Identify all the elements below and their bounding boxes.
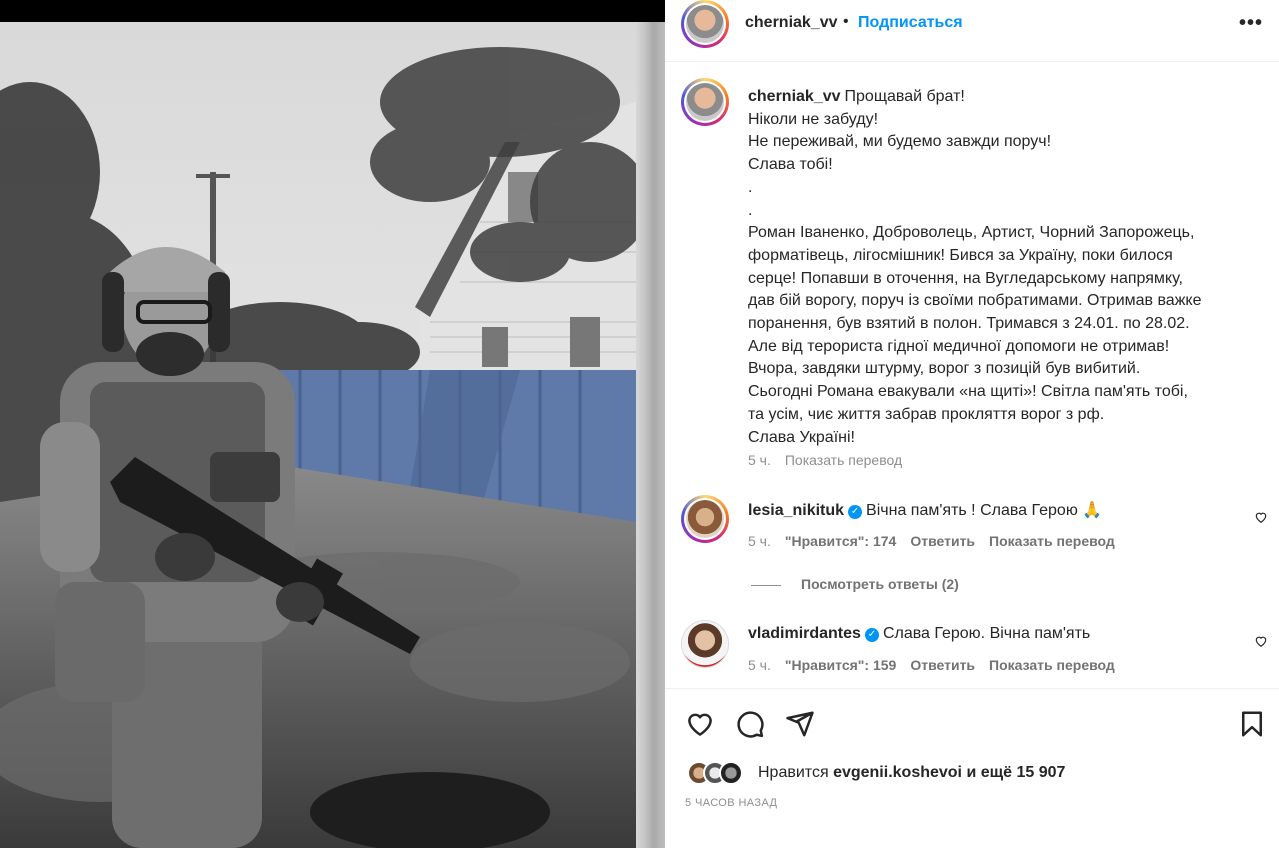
translate-button[interactable]: Показать перевод bbox=[989, 657, 1115, 673]
caption-line: дав бій ворогу, поруч із своїми побратим… bbox=[748, 292, 1202, 310]
comment-text: Вічна пам'ять ! Слава Герою 🙏 bbox=[866, 502, 1103, 519]
separator-dot: • bbox=[843, 13, 849, 30]
caption-username[interactable]: cherniak_vv bbox=[748, 88, 841, 105]
comment-time: 5 ч. bbox=[748, 657, 771, 673]
comment-time: 5 ч. bbox=[748, 533, 771, 549]
translate-button[interactable]: Показать перевод bbox=[989, 533, 1115, 549]
comment-icon[interactable] bbox=[735, 709, 765, 739]
post-caption: cherniak_vv Прощавай брат! Ніколи не забу… bbox=[748, 86, 1253, 449]
reply-button[interactable]: Ответить bbox=[910, 657, 975, 673]
caption-line: Роман Іваненко, Доброволець, Артист, Чор… bbox=[748, 224, 1195, 242]
caption-translate-link[interactable]: Показать перевод bbox=[785, 452, 902, 468]
likes-count[interactable]: и ещё 15 907 bbox=[966, 764, 1065, 781]
comment-likes[interactable]: "Нравится": 159 bbox=[785, 657, 896, 673]
verified-badge-icon: ✓ bbox=[848, 505, 863, 519]
liker-username[interactable]: evgenii.koshevoi bbox=[833, 764, 962, 781]
caption-line: Але від терориста гідної медичної допомо… bbox=[748, 337, 1170, 355]
comment-like-heart-icon[interactable] bbox=[1254, 510, 1268, 524]
likes-prefix: Нравится bbox=[758, 764, 829, 781]
follow-button[interactable]: Подписаться bbox=[858, 14, 963, 32]
caption-line: Сьогодні Романа евакували «на щиті»! Сві… bbox=[748, 383, 1188, 401]
caption-meta: 5 ч. Показать перевод bbox=[748, 452, 916, 468]
caption-line: Прощавай брат! bbox=[844, 88, 965, 105]
media-edge bbox=[636, 22, 665, 848]
photo-illustration bbox=[0, 22, 636, 848]
caption-line: та усім, чиє життя забрав прокляття воро… bbox=[748, 405, 1105, 423]
comment-username[interactable]: vladimirdantes bbox=[748, 625, 861, 642]
caption-author-avatar[interactable] bbox=[681, 78, 729, 126]
caption-line: Слава тобі! bbox=[748, 156, 833, 174]
comment: lesia_nikituk ✓ Вічна пам'ять ! Слава Геро… bbox=[748, 500, 1102, 520]
post-actions: Нравится evgenii.koshevoi и ещё 15 907 5… bbox=[665, 688, 1279, 848]
comment: vladimirdantes ✓ Слава Герою. Вічна пам'ят… bbox=[748, 625, 1090, 643]
liked-by-avatars[interactable] bbox=[687, 761, 751, 785]
caption-line: Ніколи не забуду! bbox=[748, 110, 879, 128]
caption-line: серце! Попавши в оточення, на Вугледарсь… bbox=[748, 269, 1183, 287]
commenter-avatar[interactable] bbox=[681, 620, 729, 668]
likes-summary: Нравится evgenii.koshevoi и ещё 15 907 bbox=[758, 764, 1065, 782]
commenter-avatar[interactable] bbox=[681, 495, 729, 543]
caption-line: . bbox=[748, 201, 753, 219]
caption-line: поранення, був взятий в полон. Тримався … bbox=[748, 315, 1190, 333]
caption-line: Вчора, завдяки штурму, ворог з позицій б… bbox=[748, 360, 1141, 378]
caption-line: . bbox=[748, 178, 753, 196]
heart-icon[interactable] bbox=[685, 709, 715, 739]
bookmark-icon[interactable] bbox=[1237, 709, 1267, 739]
view-replies-button[interactable]: Посмотреть ответы (2) bbox=[751, 576, 959, 592]
comment-username[interactable]: lesia_nikituk bbox=[748, 502, 844, 519]
caption-line: форматівець, лігосмішник! Бився за Украї… bbox=[748, 246, 1173, 264]
post-timestamp[interactable]: 5 ЧАСОВ НАЗАД bbox=[685, 797, 777, 809]
reply-button[interactable]: Ответить bbox=[910, 533, 975, 549]
comment-meta: 5 ч. "Нравится": 159 Ответить Показать пере… bbox=[748, 657, 1129, 673]
caption-line: Слава Україні! bbox=[748, 428, 855, 446]
author-username[interactable]: cherniak_vv bbox=[745, 14, 838, 32]
caption-time: 5 ч. bbox=[748, 452, 771, 468]
post-panel: cherniak_vv • Подписаться ••• cherniak_v… bbox=[665, 0, 1279, 848]
post-header: cherniak_vv • Подписаться ••• bbox=[665, 0, 1279, 62]
liker-avatar bbox=[719, 761, 743, 785]
more-options-icon[interactable]: ••• bbox=[1239, 12, 1263, 35]
verified-badge-icon: ✓ bbox=[864, 628, 879, 642]
author-avatar[interactable] bbox=[681, 0, 729, 48]
caption-line: Не переживай, ми будемо завжди поруч! bbox=[748, 133, 1052, 151]
comment-meta: 5 ч. "Нравится": 174 Ответить Показать пере… bbox=[748, 533, 1129, 549]
share-icon[interactable] bbox=[785, 709, 815, 739]
post-photo[interactable] bbox=[0, 22, 636, 848]
comment-likes[interactable]: "Нравится": 174 bbox=[785, 533, 896, 549]
post-media bbox=[0, 0, 665, 848]
comment-text: Слава Герою. Вічна пам'ять bbox=[882, 625, 1091, 642]
comment-like-heart-icon[interactable] bbox=[1254, 634, 1268, 648]
